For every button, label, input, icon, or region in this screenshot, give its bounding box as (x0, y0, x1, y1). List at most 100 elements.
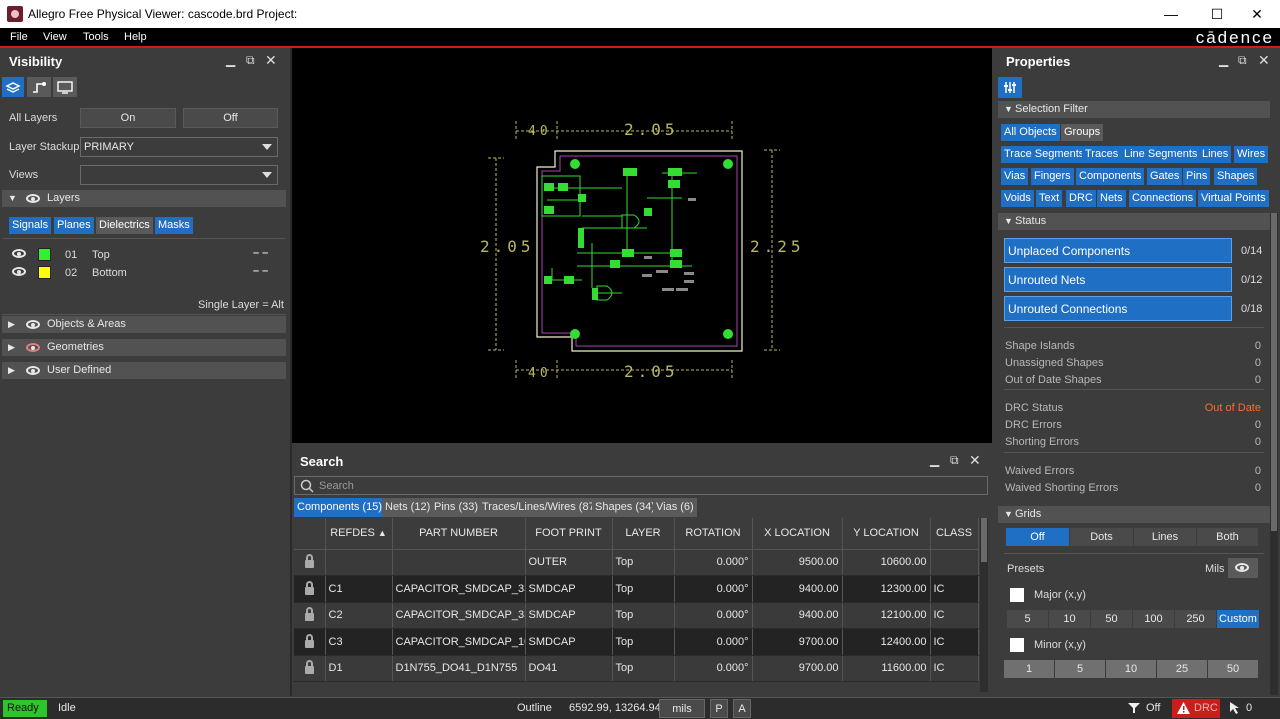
filter-trace-segments[interactable]: Trace Segments (1001, 146, 1088, 163)
col-refdes[interactable]: REFDES ▲ (325, 518, 393, 550)
table-row[interactable]: C1CAPACITOR_SMDCAP_3300USMDCAPTop0.000°9… (294, 575, 979, 603)
layer-row-top[interactable]: 01 Top – – (0, 246, 290, 264)
filter-text[interactable]: Text (1036, 190, 1063, 207)
menu-file[interactable]: File (10, 31, 28, 43)
scrollbar-thumb[interactable] (1271, 213, 1277, 531)
filter-shapes[interactable]: Shapes (1214, 168, 1258, 185)
eye-icon[interactable] (26, 194, 40, 203)
float-icon[interactable]: ⧉ (246, 53, 255, 68)
layer-row-bottom[interactable]: 02 Bottom – – (0, 264, 290, 282)
panel-close-icon[interactable]: ✕ (969, 452, 981, 469)
filter-drc[interactable]: DRC (1066, 190, 1096, 207)
scrollbar-thumb[interactable] (981, 518, 987, 562)
eye-icon[interactable] (12, 249, 26, 258)
table-row[interactable]: C2CAPACITOR_SMDCAP_330USMDCAPTop0.000°94… (294, 602, 979, 629)
filter-dielectrics[interactable]: Dielectrics (96, 217, 153, 234)
eye-icon[interactable] (12, 267, 26, 276)
filter-pins[interactable]: Pins (1183, 168, 1211, 185)
lock-icon[interactable] (304, 633, 314, 648)
tab-components[interactable]: Components (15) (294, 498, 385, 517)
col-footprint[interactable]: FOOT PRINT (525, 518, 613, 550)
eye-icon[interactable] (26, 320, 40, 329)
menu-tools[interactable]: Tools (83, 31, 109, 43)
p-button[interactable]: P (710, 699, 728, 718)
pin-icon[interactable]: ▁ (226, 53, 235, 67)
grids-section-header[interactable]: ▼ Grids (998, 506, 1270, 523)
float-icon[interactable]: ⧉ (950, 453, 959, 468)
col-lock[interactable] (294, 518, 326, 550)
filter-components[interactable]: Components (1076, 168, 1145, 185)
lock-icon[interactable] (304, 580, 314, 595)
lock-icon[interactable] (304, 607, 314, 622)
filter-groups[interactable]: Groups (1061, 124, 1104, 141)
eye-partial-icon[interactable] (26, 343, 40, 352)
minor-preset-25[interactable]: 25 (1157, 660, 1207, 678)
display-tab-icon[interactable] (53, 77, 77, 97)
tab-shapes[interactable]: Shapes (34) (592, 498, 658, 517)
table-row[interactable]: C3CAPACITOR_SMDCAP_100PSMDCAPTop0.000°97… (294, 628, 979, 656)
filter-line-segments[interactable]: Line Segments (1121, 146, 1201, 163)
filter-all-objects[interactable]: All Objects (1001, 124, 1060, 141)
filter-vias[interactable]: Vias (1001, 168, 1029, 185)
status-section-header[interactable]: ▼ Status (998, 213, 1270, 230)
table-row[interactable]: D1 D1N755_DO41_D1N755 DO41 Top 0.000° 9700.00… (294, 655, 979, 682)
filter-planes[interactable]: Planes (54, 217, 94, 234)
grid-mode-both[interactable]: Both (1197, 528, 1258, 546)
table-row[interactable]: OUTER Top 0.000° 9500.00 10600.00 (294, 549, 979, 576)
design-canvas[interactable]: 2.05 40 2.05 40 2.05 2.25 (292, 48, 992, 443)
geometries-section[interactable]: ▶ Geometries (2, 339, 286, 356)
all-layers-on-button[interactable]: On (80, 108, 176, 128)
unrouted-nets-button[interactable]: Unrouted Nets (1004, 267, 1232, 292)
filter-signals[interactable]: Signals (9, 217, 52, 234)
menu-view[interactable]: View (43, 31, 67, 43)
filter-connections[interactable]: Connections (1129, 190, 1197, 207)
major-preset-5[interactable]: 5 (1007, 610, 1048, 628)
col-class[interactable]: CLASS (930, 518, 979, 550)
filter-fingers[interactable]: Fingers (1031, 168, 1074, 185)
layers-tab-icon[interactable] (2, 77, 24, 97)
minimize-button[interactable]: — (1148, 0, 1194, 28)
grid-mode-off[interactable]: Off (1006, 528, 1069, 546)
routing-tab-icon[interactable] (27, 77, 51, 97)
pin-icon[interactable]: ▁ (930, 453, 939, 467)
minor-grid-checkbox[interactable] (1010, 638, 1024, 652)
layer-stackup-select[interactable]: PRIMARY (80, 137, 278, 157)
major-preset-250[interactable]: 250 (1175, 610, 1216, 628)
view-grid-button[interactable] (1228, 558, 1258, 578)
float-icon[interactable]: ⧉ (1238, 53, 1247, 68)
major-preset-100[interactable]: 100 (1133, 610, 1174, 628)
grid-mode-dots[interactable]: Dots (1070, 528, 1133, 546)
filter-gates[interactable]: Gates (1147, 168, 1183, 185)
filter-lines[interactable]: Lines (1199, 146, 1232, 163)
filter-settings-icon[interactable] (998, 77, 1022, 98)
filter-voids[interactable]: Voids (1001, 190, 1034, 207)
search-input[interactable]: Search (294, 476, 988, 495)
table-scrollbar[interactable] (980, 518, 988, 692)
tab-traces[interactable]: Traces/Lines/Wires (87) (479, 498, 602, 517)
minor-preset-1[interactable]: 1 (1004, 660, 1054, 678)
pin-icon[interactable]: ▁ (1219, 53, 1228, 67)
col-y-location[interactable]: Y LOCATION (842, 518, 931, 550)
unplaced-components-button[interactable]: Unplaced Components (1004, 238, 1232, 263)
col-part-number[interactable]: PART NUMBER (392, 518, 526, 550)
eye-icon[interactable] (26, 366, 40, 375)
tab-vias[interactable]: Vias (6) (653, 498, 697, 517)
col-x-location[interactable]: X LOCATION (752, 518, 843, 550)
lock-icon[interactable] (304, 554, 314, 569)
selection-filter-header[interactable]: ▼ Selection Filter (998, 101, 1270, 118)
board-drawing[interactable]: 2.05 40 2.05 40 2.05 2.25 (292, 48, 992, 443)
menu-help[interactable]: Help (124, 31, 147, 43)
unrouted-connections-button[interactable]: Unrouted Connections (1004, 296, 1232, 321)
layers-section-header[interactable]: ▼ Layers (2, 190, 286, 207)
properties-scrollbar[interactable] (1270, 213, 1278, 695)
filter-wires[interactable]: Wires (1234, 146, 1269, 163)
close-button[interactable]: ✕ (1234, 0, 1280, 28)
major-preset-50[interactable]: 50 (1091, 610, 1132, 628)
filter-nets[interactable]: Nets (1097, 190, 1126, 207)
major-grid-checkbox[interactable] (1010, 588, 1024, 602)
tab-pins[interactable]: Pins (33) (431, 498, 482, 517)
minor-preset-10[interactable]: 10 (1106, 660, 1156, 678)
major-preset-10[interactable]: 10 (1049, 610, 1090, 628)
col-rotation[interactable]: ROTATION (674, 518, 753, 550)
units-button[interactable]: mils (659, 699, 705, 718)
